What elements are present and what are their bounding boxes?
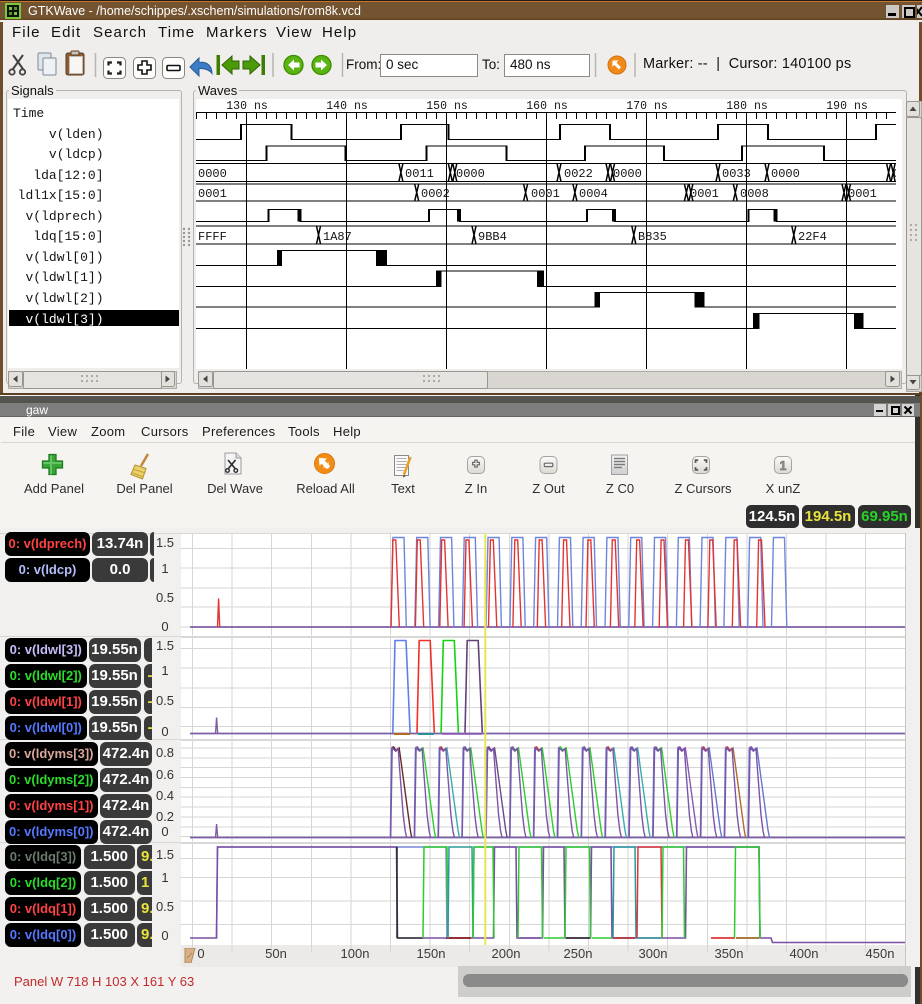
svg-text:1: 1 <box>779 458 786 473</box>
